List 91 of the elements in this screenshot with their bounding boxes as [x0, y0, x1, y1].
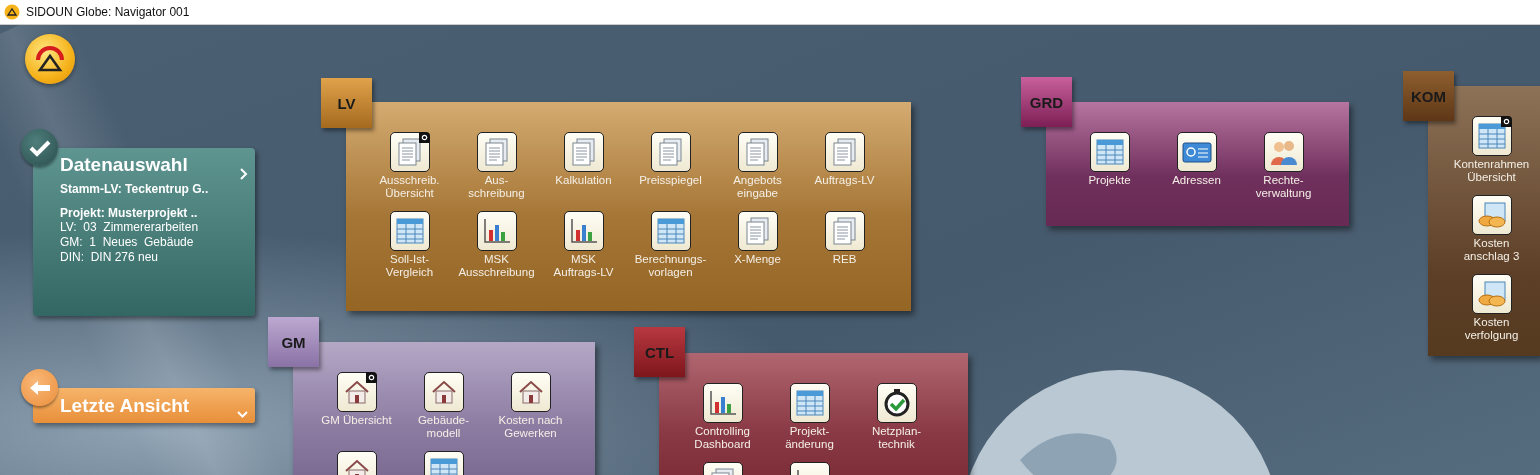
item-label: Kosten verfolgung	[1463, 316, 1520, 342]
app-logo-icon	[4, 4, 20, 20]
table-icon	[795, 390, 824, 416]
module-item[interactable]: REB	[801, 211, 888, 266]
bar-chart-icon	[708, 390, 737, 416]
app-logo[interactable]	[25, 34, 75, 84]
table-icon	[395, 218, 424, 244]
caret-icon	[237, 411, 248, 418]
item-label: Preisspiegel	[639, 174, 702, 187]
house-icon	[430, 380, 457, 404]
document-icon	[831, 138, 858, 166]
module-item[interactable]: Rechte-verwaltung	[1240, 132, 1327, 200]
stopwatch-icon	[882, 389, 911, 417]
table-icon	[1095, 139, 1124, 165]
item-label: Kosten nach Gewerken	[497, 414, 564, 440]
item-label: Kontenrahmen Übersicht	[1453, 158, 1530, 184]
module-item[interactable]: Angebots eingabe	[714, 132, 801, 200]
module-item[interactable]: Kosten anschlag 3	[1448, 195, 1535, 263]
bar-chart-icon	[569, 218, 598, 244]
module-item[interactable]: Berechnungs-vorlagen	[627, 211, 714, 279]
module-item[interactable]: MSK Auftrags-LV	[540, 211, 627, 279]
house-icon	[517, 380, 544, 404]
module-tab[interactable]: GRD	[1021, 77, 1072, 127]
window-title: SIDOUN Globe: Navigator 001	[26, 5, 190, 19]
module-tab[interactable]: LV	[321, 78, 372, 128]
module-item[interactable]: Soll-Ist-Vergleich	[366, 211, 453, 279]
selection-line: GM: 1 Neues Gebäude	[60, 235, 195, 250]
module-item[interactable]: GM Übersicht	[313, 372, 400, 427]
document-icon	[396, 138, 423, 166]
item-label: Angebots eingabe	[732, 174, 783, 200]
module-tab[interactable]: KOM	[1403, 71, 1454, 121]
module-item[interactable]: Projekt-änderung	[766, 383, 853, 451]
card-title: Datenauswahl	[60, 154, 188, 176]
item-label: Projekt-änderung	[784, 425, 835, 451]
project-text: Projekt: Musterprojekt ..	[60, 206, 199, 220]
document-icon	[831, 217, 858, 245]
people-icon	[1268, 138, 1299, 166]
document-icon	[744, 138, 771, 166]
chevron-right-icon	[240, 168, 248, 180]
document-icon	[657, 138, 684, 166]
item-label: MSK Auftrags-LV	[552, 253, 615, 279]
module-item[interactable]: Gebäude-modell	[400, 372, 487, 440]
item-label: X-Menge	[734, 253, 781, 266]
item-label: GM Übersicht	[321, 414, 392, 427]
module-item[interactable]: X-Menge	[714, 211, 801, 266]
table-icon	[1477, 123, 1506, 149]
selection-card[interactable]: Datenauswahl Stamm-LV: Teckentrup G.. Projekt: Musterprojekt .. LV: 03 Zimmererarbeiten GM: 1 Neues Gebäude DIN: DIN 276 neu	[33, 148, 255, 316]
item-label: Adressen	[1172, 174, 1221, 187]
last-view-button[interactable]: Letzte Ansicht	[33, 388, 255, 423]
module-item[interactable]: Preisspiegel	[627, 132, 714, 187]
item-label: Soll-Ist-Vergleich	[384, 253, 435, 279]
module-tab[interactable]: GM	[268, 317, 319, 367]
module-item[interactable]: Kalkulation	[540, 132, 627, 187]
module-tab[interactable]: CTL	[634, 327, 685, 377]
item-label: Gebäude-modell	[416, 414, 471, 440]
module-item[interactable]: Kosten verfolgung	[1448, 274, 1535, 342]
module-item[interactable]: MSK Ausschreibung	[453, 211, 540, 279]
document-icon	[570, 138, 597, 166]
document-icon	[483, 138, 510, 166]
module-item[interactable]: Ausschreib. Übersicht	[366, 132, 453, 200]
address-book-icon	[1181, 141, 1212, 163]
item-label: Aus-schreibung	[467, 174, 526, 200]
module-item[interactable]: Projekte	[1066, 132, 1153, 187]
document-icon	[744, 217, 771, 245]
item-label: REB	[832, 253, 857, 266]
item-label: Ausschreib. Übersicht	[378, 174, 441, 200]
coins-icon	[1476, 202, 1507, 228]
selection-line: LV: 03 Zimmererarbeiten	[60, 220, 200, 235]
item-label: Netzplan-technik	[870, 425, 923, 451]
check-icon	[28, 138, 51, 157]
bar-chart-icon	[482, 218, 511, 244]
module-item[interactable]: Netzplan-technik	[853, 383, 940, 451]
item-label: Projekte	[1088, 174, 1131, 187]
module-item[interactable]: Aus-schreibung	[453, 132, 540, 200]
selection-line: DIN: DIN 276 neu	[60, 250, 160, 265]
back-arrow-icon	[28, 379, 51, 396]
item-label: Kalkulation	[555, 174, 612, 187]
item-label: Rechte-verwaltung	[1254, 174, 1313, 200]
module-item[interactable]: Controlling Dashboard	[679, 383, 766, 451]
module-item[interactable]: Adressen	[1153, 132, 1240, 187]
item-label: Auftrags-LV	[814, 174, 875, 187]
house-icon	[343, 380, 370, 404]
table-icon	[656, 218, 685, 244]
coins-icon	[1476, 281, 1507, 307]
item-label: Controlling Dashboard	[693, 425, 752, 451]
item-label: Berechnungs-vorlagen	[634, 253, 707, 279]
module-item[interactable]: Kosten nach Gewerken	[487, 372, 574, 440]
stamm-lv-text: Stamm-LV: Teckentrup G..	[60, 182, 210, 196]
item-label: Kosten anschlag 3	[1462, 237, 1521, 263]
item-label: MSK Ausschreibung	[458, 253, 535, 279]
module-item[interactable]: Auftrags-LV	[801, 132, 888, 187]
